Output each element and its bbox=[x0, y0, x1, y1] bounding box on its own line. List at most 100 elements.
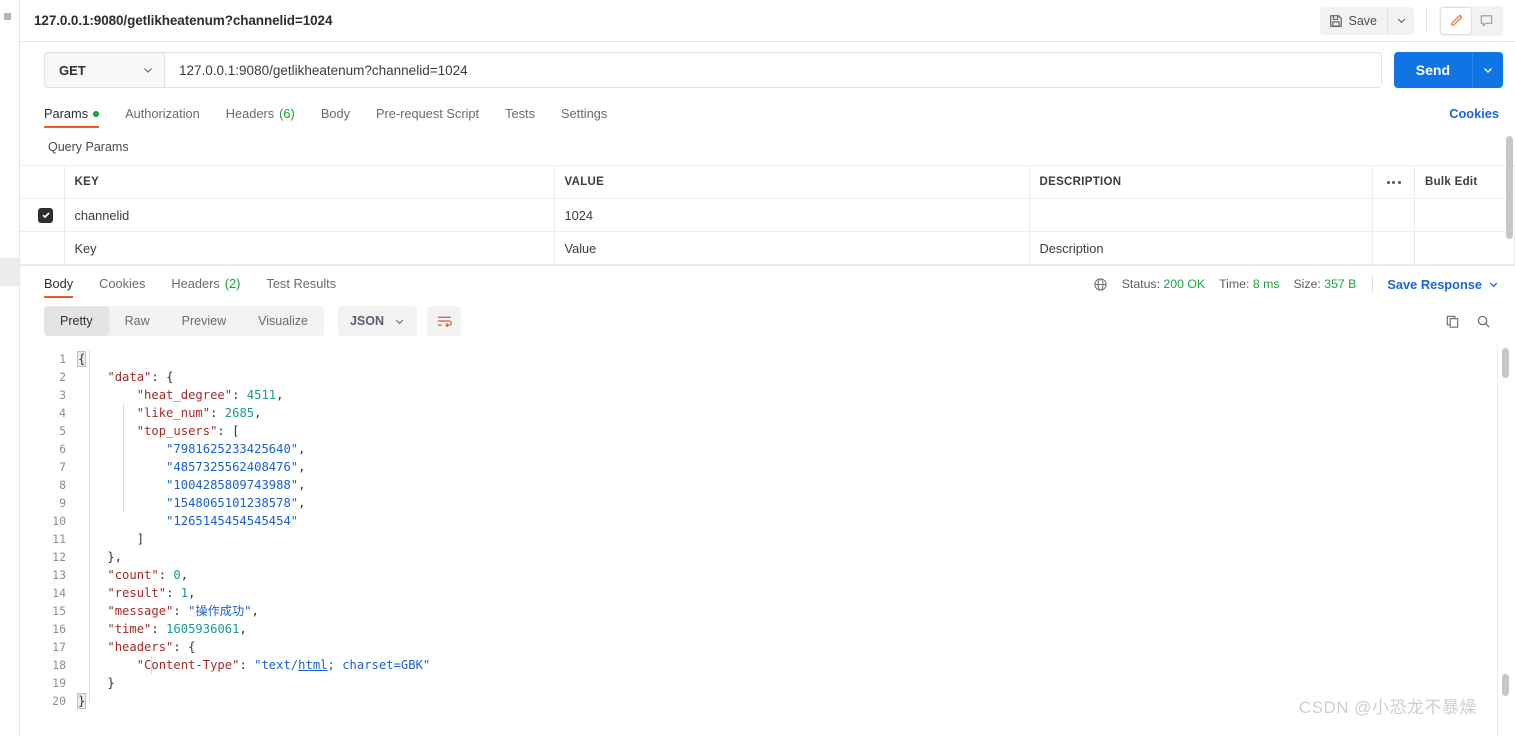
response-body-viewer[interactable]: 1{2 "data": {3 "heat_degree": 4511, 4 "li… bbox=[20, 344, 1515, 736]
http-method-select[interactable]: GET bbox=[45, 53, 165, 87]
response-tab-test-results[interactable]: Test Results bbox=[266, 276, 336, 298]
code-line-text: "heat_degree": 4511, bbox=[78, 386, 284, 404]
response-tabs: Body Cookies Headers (2) Test Results St… bbox=[20, 266, 1515, 298]
pencil-icon bbox=[1449, 13, 1464, 28]
save-button-group: Save bbox=[1319, 6, 1414, 35]
response-tab-cookies[interactable]: Cookies bbox=[99, 276, 145, 298]
request-url-row: GET 127.0.0.1:9080/getlikheatenum?channe… bbox=[20, 42, 1515, 98]
response-tab-headers[interactable]: Headers (2) bbox=[171, 276, 240, 298]
row-checkbox-cell[interactable] bbox=[20, 198, 65, 232]
tab-pre-request-script-label: Pre-request Script bbox=[375, 106, 480, 121]
comments-button[interactable] bbox=[1471, 8, 1501, 34]
tab-pre-request-script[interactable]: Pre-request Script bbox=[376, 106, 479, 128]
time-value: 8 ms bbox=[1252, 277, 1280, 291]
url-input[interactable]: 127.0.0.1:9080/getlikheatenum?channelid=… bbox=[165, 53, 1381, 87]
tab-headers[interactable]: Headers (6) bbox=[226, 106, 295, 128]
code-line: 15 "message": "操作成功", bbox=[20, 602, 1515, 620]
placeholder-description-input[interactable]: Description bbox=[1029, 231, 1373, 265]
tab-params[interactable]: Params bbox=[44, 106, 100, 128]
code-token: "message" bbox=[107, 604, 174, 618]
view-toggle-group bbox=[1439, 5, 1503, 36]
code-line-text: "1548065101238578", bbox=[78, 494, 305, 512]
row-key-input[interactable]: channelid bbox=[64, 198, 555, 232]
table-header-row: KEY VALUE DESCRIPTION Bulk Edit bbox=[20, 165, 1515, 199]
tab-authorization[interactable]: Authorization bbox=[125, 106, 200, 128]
save-response-button[interactable]: Save Response bbox=[1387, 277, 1499, 292]
params-options-button[interactable] bbox=[1372, 165, 1415, 199]
response-tab-headers-label: Headers bbox=[171, 276, 220, 291]
response-tab-body[interactable]: Body bbox=[44, 276, 74, 298]
code-line: 14 "result": 1, bbox=[20, 584, 1515, 602]
code-token: , bbox=[188, 586, 196, 600]
code-token: "count" bbox=[107, 568, 159, 582]
request-tab-title: 127.0.0.1:9080/getlikheatenum?channelid=… bbox=[34, 13, 333, 28]
placeholder-spacer-cell bbox=[1372, 231, 1415, 265]
chevron-down-icon bbox=[1482, 64, 1494, 76]
code-token: : bbox=[210, 406, 225, 420]
watermark: CSDN @小恐龙不暴燥 bbox=[1298, 698, 1477, 717]
tab-headers-label: Headers bbox=[225, 106, 275, 121]
cookies-link[interactable]: Cookies bbox=[1449, 106, 1499, 128]
code-line: 2 "data": { bbox=[20, 368, 1515, 386]
line-number: 3 bbox=[59, 388, 66, 402]
http-method-value: GET bbox=[59, 62, 86, 78]
save-button-label: Save bbox=[1348, 13, 1378, 28]
code-line-text: "7981625233425640", bbox=[78, 440, 305, 458]
tab-tests[interactable]: Tests bbox=[505, 106, 535, 128]
send-button-group: Send bbox=[1393, 52, 1503, 88]
wrap-lines-button[interactable] bbox=[427, 306, 461, 336]
code-token: , bbox=[298, 442, 306, 456]
bulk-edit-button[interactable]: Bulk Edit bbox=[1414, 165, 1515, 199]
code-line: 19 } bbox=[20, 674, 1515, 692]
view-mode-pretty[interactable]: Pretty bbox=[44, 306, 109, 336]
row-value-input[interactable]: 1024 bbox=[554, 198, 1030, 232]
params-scrollbar-thumb[interactable] bbox=[1506, 136, 1513, 239]
line-number: 17 bbox=[52, 640, 66, 654]
main-area: 127.0.0.1:9080/getlikheatenum?channelid=… bbox=[20, 0, 1515, 736]
row-spacer-cell bbox=[1372, 198, 1415, 232]
row-spacer-cell-2 bbox=[1414, 198, 1515, 232]
code-line: 9 "1548065101238578", bbox=[20, 494, 1515, 512]
line-number: 10 bbox=[52, 514, 66, 528]
body-scrollbar-thumb-lower[interactable] bbox=[1502, 674, 1509, 696]
view-mode-raw[interactable]: Raw bbox=[109, 306, 166, 336]
search-icon[interactable] bbox=[1476, 314, 1491, 329]
checkbox-checked-icon[interactable] bbox=[38, 207, 53, 223]
sidebar-rail-block bbox=[0, 258, 19, 286]
placeholder-key-input[interactable]: Key bbox=[64, 231, 555, 265]
code-token: "text/ bbox=[254, 658, 299, 672]
copy-icon[interactable] bbox=[1445, 314, 1460, 329]
save-dropdown-button[interactable] bbox=[1388, 7, 1414, 35]
code-token: : [ bbox=[217, 424, 240, 438]
body-scrollbar-thumb[interactable] bbox=[1502, 348, 1509, 378]
code-token: : { bbox=[151, 370, 174, 384]
placeholder-value-input[interactable]: Value bbox=[554, 231, 1030, 265]
code-line: 7 "4857325562408476", bbox=[20, 458, 1515, 476]
view-mode-preview[interactable]: Preview bbox=[166, 306, 242, 336]
view-mode-visualize[interactable]: Visualize bbox=[242, 306, 324, 336]
save-button[interactable]: Save bbox=[1320, 6, 1388, 35]
row-description-input[interactable] bbox=[1029, 198, 1373, 232]
size-label: Size: bbox=[1293, 277, 1321, 291]
code-line-text: "result": 1, bbox=[78, 584, 195, 602]
postman-window: 127.0.0.1:9080/getlikheatenum?channelid=… bbox=[0, 0, 1515, 736]
code-line-text: { bbox=[76, 350, 87, 368]
code-token: , bbox=[239, 622, 247, 636]
code-token: 1 bbox=[180, 586, 189, 600]
code-line: 11 ] bbox=[20, 530, 1515, 548]
format-select[interactable]: JSON bbox=[337, 306, 417, 336]
edit-mode-button[interactable] bbox=[1441, 7, 1471, 34]
tab-body[interactable]: Body bbox=[321, 106, 350, 128]
placeholder-checkbox-cell[interactable] bbox=[20, 231, 65, 265]
send-dropdown-button[interactable] bbox=[1473, 52, 1503, 88]
titlebar-divider bbox=[1426, 8, 1427, 33]
save-response-label: Save Response bbox=[1387, 276, 1482, 292]
tab-settings[interactable]: Settings bbox=[561, 106, 607, 128]
code-indent-guide-2 bbox=[151, 656, 152, 674]
body-scrollbar-track[interactable] bbox=[1497, 344, 1515, 736]
code-token: 1605936061 bbox=[166, 622, 240, 636]
send-button[interactable]: Send bbox=[1394, 52, 1473, 88]
